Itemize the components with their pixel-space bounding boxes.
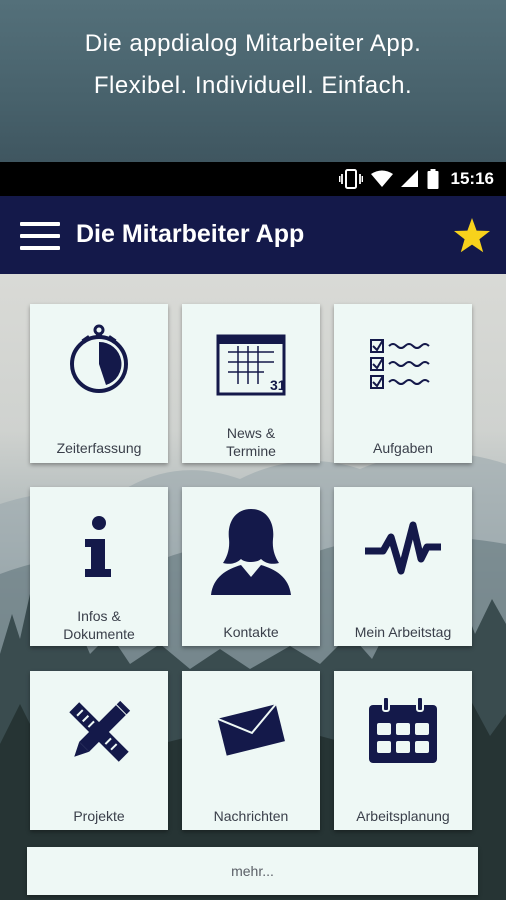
promo-headline: Die appdialog Mitarbeiter App.	[84, 30, 422, 57]
tile-label: Kontakte	[223, 624, 279, 640]
tile-label: News & Termine	[226, 425, 276, 459]
tile-label: Infos & Dokumente	[63, 608, 135, 642]
tile-label: Projekte	[73, 808, 125, 824]
envelope-icon	[217, 703, 285, 756]
pulse-icon	[365, 521, 441, 575]
tile-label: Nachrichten	[213, 808, 289, 824]
tile-zeiterfassung[interactable]: Zeiterfassung	[30, 304, 168, 463]
clock: 15:16	[450, 169, 494, 188]
tile-infos-dokumente[interactable]: Infos & Dokumente	[30, 487, 168, 646]
stopwatch-icon	[70, 324, 128, 393]
signal-icon	[400, 170, 418, 187]
battery-icon	[427, 169, 439, 189]
status-bar: 15:16	[0, 162, 506, 196]
checklist-icon	[370, 339, 430, 389]
tile-news-termine[interactable]: 31 News & Termine	[182, 304, 320, 463]
pencil-ruler-icon	[69, 700, 131, 762]
tile-label: Zeiterfassung	[56, 440, 142, 456]
wifi-icon	[370, 170, 393, 187]
more-button[interactable]: mehr...	[27, 847, 478, 895]
tile-mein-arbeitstag[interactable]: Mein Arbeitstag	[334, 487, 472, 646]
hamburger-menu-icon[interactable]	[20, 222, 60, 250]
calendar-icon: 31	[216, 334, 286, 396]
app-bar: Die Mitarbeiter App	[0, 196, 506, 274]
info-icon	[85, 516, 111, 577]
svg-text:31: 31	[270, 377, 286, 393]
tile-label: Aufgaben	[373, 440, 433, 456]
tile-projekte[interactable]: Projekte	[30, 671, 168, 830]
promo-banner: Die appdialog Mitarbeiter App. Flexibel.…	[0, 0, 506, 162]
tile-nachrichten[interactable]: Nachrichten	[182, 671, 320, 830]
tile-arbeitsplanung[interactable]: Arbeitsplanung	[334, 671, 472, 830]
tile-label: Mein Arbeitstag	[354, 624, 452, 640]
planner-calendar-icon	[369, 696, 437, 763]
star-icon[interactable]	[452, 216, 492, 256]
app-title: Die Mitarbeiter App	[76, 220, 305, 248]
tile-label: Arbeitsplanung	[356, 808, 450, 824]
person-icon	[211, 509, 291, 595]
promo-tagline: Flexibel. Individuell. Einfach.	[93, 72, 413, 99]
tile-kontakte[interactable]: Kontakte	[182, 487, 320, 646]
tile-aufgaben[interactable]: Aufgaben	[334, 304, 472, 463]
vibrate-icon	[338, 169, 363, 189]
